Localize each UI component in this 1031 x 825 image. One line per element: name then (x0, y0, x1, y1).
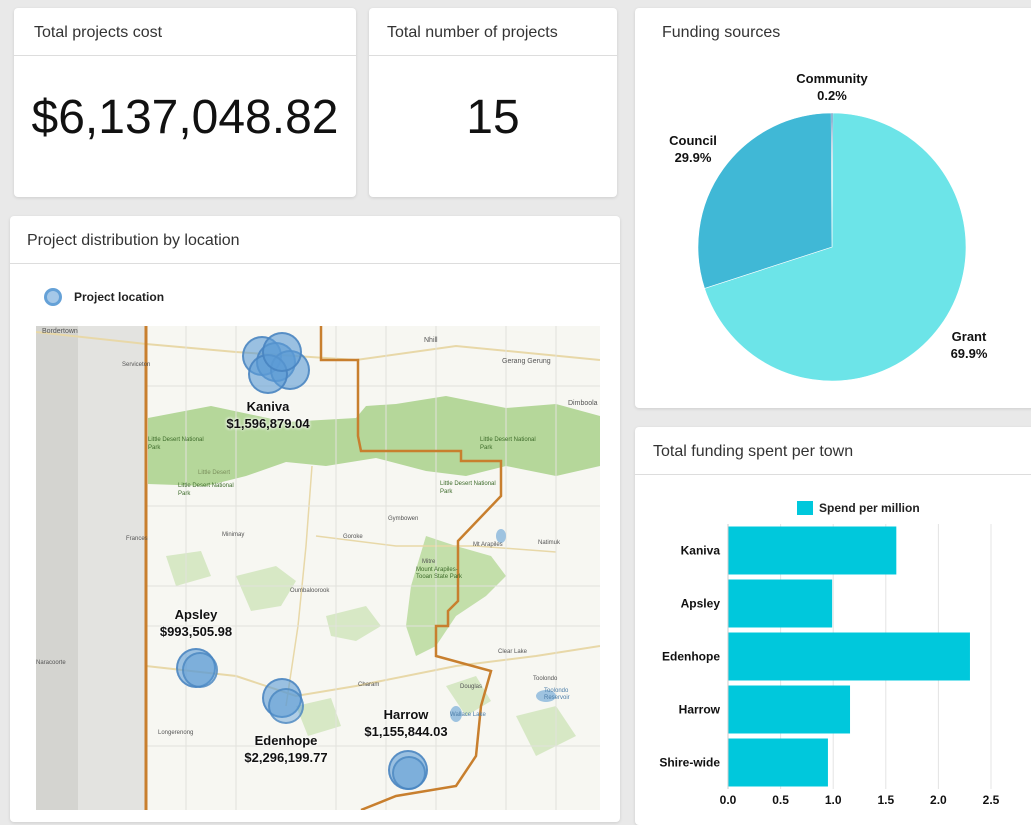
bar-x-tick-label: 0.5 (772, 793, 789, 807)
bar-x-tick-label: 2.0 (930, 793, 947, 807)
map-label-little-desert: Little Desert (198, 470, 231, 476)
place-label-kaniva: Kaniva $1,596,879.04 (208, 398, 328, 432)
funding-pie-chart: Grant 69.9% Council 29.9% Community 0.2% (669, 71, 988, 382)
place-label-harrow: Harrow $1,155,844.03 (346, 706, 466, 740)
map-label-mt-arapiles: Mt Arapiles (473, 542, 503, 548)
place-amount-edenhope: $2,296,199.77 (244, 750, 328, 765)
map-label-charam: Charam (358, 682, 380, 688)
bar-edenhope[interactable] (728, 632, 970, 681)
bar-x-tick-label: 1.0 (825, 793, 842, 807)
map-label-oumbaloorook: Oumbaloorook (290, 588, 330, 594)
funding-sources-card: Funding sources Grant 69.9% Council 29.9% Co… (635, 8, 1031, 408)
total-cost-card: Total projects cost $6,137,048.82 (14, 8, 356, 197)
lake-1 (496, 529, 506, 543)
pie-value-grant: 69.9% (951, 346, 988, 361)
map-label-douglas: Douglas (460, 684, 483, 690)
map-label-frances: Frances (126, 536, 148, 542)
map-label-toolondo-reservoir: Toolondo Reservoir (544, 688, 570, 701)
place-amount-harrow: $1,155,844.03 (364, 724, 448, 739)
place-amount-kaniva: $1,596,879.04 (226, 416, 310, 431)
project-bubble-harrow-2[interactable] (392, 756, 426, 790)
map-label-bordertown: Bordertown (42, 328, 78, 335)
total-projects-title: Total number of projects (369, 8, 617, 56)
map-label-dimboola: Dimboola (568, 400, 598, 407)
map-label-mitre: Mitre (422, 559, 436, 565)
map-label-gymbowen: Gymbowen (388, 516, 419, 522)
map-label-nhill: Nhill (424, 337, 438, 344)
place-amount-apsley: $993,505.98 (159, 624, 233, 639)
map-label-clear-lake: Clear Lake (498, 649, 528, 655)
bar-category-label: Apsley (681, 597, 721, 611)
pie-label-grant: Grant (952, 329, 987, 344)
bar-kaniva[interactable] (728, 526, 897, 575)
map-label-naracoorte: Naracoorte (36, 660, 66, 666)
map-label-little-desert-np-4: Little Desert National Park (440, 481, 496, 495)
total-cost-title: Total projects cost (14, 8, 356, 56)
pie-label-council: Council (669, 133, 717, 148)
pie-value-community: 0.2% (817, 88, 847, 103)
total-projects-card: Total number of projects 15 (369, 8, 617, 197)
town-spend-bar-chart: 0.0 0.5 1.0 1.5 2.0 2.5 Kaniva Apsley Edenhope Ha… (659, 524, 1000, 807)
map-label-longerenong: Longerenong (158, 730, 194, 736)
project-location-legend-icon (44, 288, 62, 306)
bar-x-tick-label: 0.0 (720, 793, 737, 807)
map-label-natimuk: Natimuk (538, 540, 561, 546)
bar-x-tick-label: 1.5 (877, 793, 894, 807)
bar-x-tick-label: 2.5 (983, 793, 1000, 807)
bar-category-label: Harrow (679, 703, 721, 717)
place-name-kaniva: Kaniva (246, 399, 290, 414)
distribution-card: Project distribution by location Project… (10, 216, 620, 822)
map-label-minimay: Minimay (222, 532, 245, 538)
place-name-edenhope: Edenhope (254, 733, 318, 748)
map-legend: Project location (44, 288, 164, 306)
bar-shire-wide[interactable] (728, 738, 828, 787)
project-location-legend-label: Project location (74, 290, 165, 304)
bar-category-label: Shire-wide (659, 756, 720, 770)
total-projects-value: 15 (466, 91, 520, 144)
project-bubble-kaniva-5[interactable] (262, 332, 302, 372)
town-spend-card: Total funding spent per town Spend per m… (635, 427, 1031, 825)
map-label-toolondo: Toolondo (533, 676, 558, 682)
place-name-harrow: Harrow (383, 707, 429, 722)
map-label-geringgering: Gerang Gerung (502, 358, 551, 365)
project-bubble-edenhope-2[interactable] (268, 688, 304, 724)
total-cost-value: $6,137,048.82 (31, 91, 339, 144)
map-label-little-desert-np-1: Little Desert National Park (148, 437, 204, 451)
bar-category-label: Kaniva (681, 544, 721, 558)
place-label-apsley: Apsley $993,505.98 (136, 606, 256, 640)
pie-value-council: 29.9% (675, 150, 712, 165)
place-name-apsley: Apsley (174, 607, 218, 622)
map-label-goroke: Goroke (343, 534, 363, 540)
map-label-little-desert-np-3: Little Desert National Park (480, 437, 536, 451)
map-label-serviceton: Serviceton (122, 362, 151, 368)
bar-apsley[interactable] (728, 579, 833, 628)
bar-harrow[interactable] (728, 685, 851, 734)
project-bubble-apsley-2[interactable] (182, 652, 218, 688)
map-label-little-desert-np-2: Little Desert National Park (178, 483, 234, 497)
sa-region-shade (36, 326, 78, 810)
pie-label-community: Community (796, 71, 868, 86)
distribution-title: Project distribution by location (10, 216, 620, 264)
map[interactable]: Bordertown Nhill Gerang Gerung Dimboola … (36, 326, 600, 810)
place-label-edenhope: Edenhope $2,296,199.77 (226, 732, 346, 766)
bar-category-label: Edenhope (662, 650, 720, 664)
map-label-mount-arapiles-park: Mount Arapiles-Tooan State Park (416, 567, 463, 580)
